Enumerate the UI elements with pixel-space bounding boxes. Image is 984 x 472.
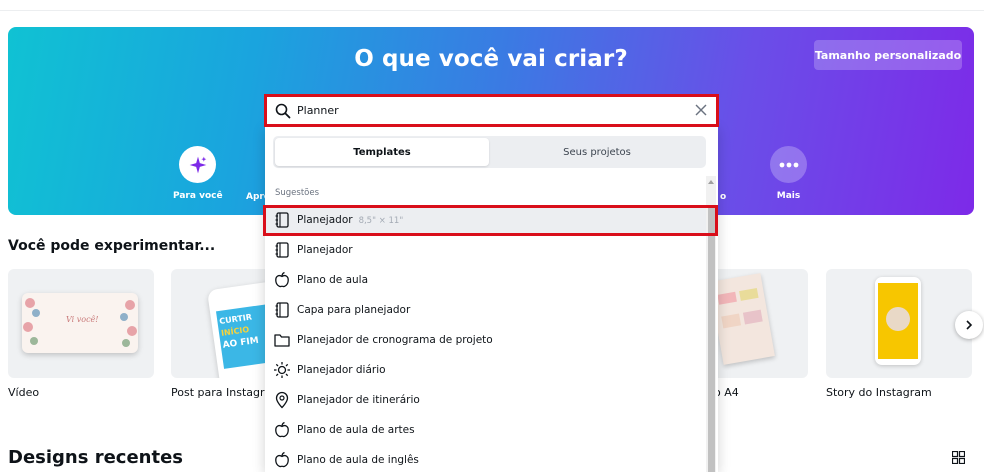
sun-icon <box>274 362 290 378</box>
card-instagram-story-label: Story do Instagram <box>826 386 932 399</box>
notebook-icon <box>275 212 289 228</box>
suggestion-item[interactable]: Plano de aula de inglês <box>265 445 706 472</box>
suggestion-item[interactable]: Planejador de itinerário <box>265 385 706 415</box>
notebook-icon <box>275 302 289 318</box>
card-video[interactable]: Vi você! <box>8 269 154 378</box>
suggestion-item[interactable]: Capa para planejador <box>265 295 706 325</box>
suggestions-heading: Sugestões <box>275 188 320 198</box>
video-thumb-script: Vi você! <box>66 315 99 324</box>
category-more[interactable]: Mais <box>770 146 807 201</box>
suggestion-label: Plano de aula <box>297 274 369 286</box>
tab-templates[interactable]: Templates <box>275 138 489 166</box>
chevron-right-icon <box>966 320 973 330</box>
tab-your-projects[interactable]: Seus projetos <box>490 138 704 166</box>
apple-icon <box>275 271 289 288</box>
suggestion-item[interactable]: Plano de aula de artes <box>265 415 706 445</box>
custom-size-button[interactable]: Tamanho personalizado <box>814 40 962 70</box>
suggestion-label: Planejador de itinerário <box>297 394 420 406</box>
apple-icon <box>275 451 289 468</box>
try-section-title: Você pode experimentar... <box>8 238 216 254</box>
search-scope-tabs: Templates Seus projetos <box>273 136 706 168</box>
suggestion-item[interactable]: Planejador 8,5" × 11" <box>265 205 706 235</box>
more-dots-icon <box>770 146 807 183</box>
suggestion-label: Planejador <box>297 244 353 256</box>
video-thumbnail: Vi você! <box>22 293 138 353</box>
category-for-you[interactable]: Para você <box>173 146 223 201</box>
location-pin-icon <box>275 391 289 409</box>
category-partial-right[interactable]: o <box>720 192 726 202</box>
suggestion-item[interactable]: Plano de aula <box>265 265 706 295</box>
suggestion-label: Capa para planejador <box>297 304 411 316</box>
suggestion-label: Plano de aula de artes <box>297 424 415 436</box>
suggestion-label: Planejador <box>297 214 353 226</box>
a4-thumbnail <box>709 273 775 365</box>
search-dropdown: Templates Seus projetos Sugestões Planej… <box>265 126 718 472</box>
suggestion-item[interactable]: Planejador de cronograma de projeto <box>265 325 706 355</box>
story-phone-mockup <box>875 277 921 365</box>
folder-icon <box>274 334 290 347</box>
carousel-next-button[interactable] <box>955 311 983 339</box>
notebook-icon <box>275 242 289 258</box>
recent-section-title: Designs recentes <box>8 447 184 468</box>
search-input[interactable]: Planner <box>264 94 719 127</box>
suggestion-label: Planejador diário <box>297 364 386 376</box>
category-more-label: Mais <box>776 191 801 201</box>
scroll-up-arrow-icon[interactable] <box>707 178 715 186</box>
grid-view-icon[interactable] <box>952 451 965 464</box>
card-video-label: Vídeo <box>8 386 40 399</box>
sparkle-icon <box>179 146 217 183</box>
card-instagram-story[interactable] <box>826 269 972 378</box>
close-icon[interactable] <box>695 104 707 116</box>
search-icon <box>275 103 291 119</box>
suggestion-size: 8,5" × 11" <box>358 216 404 226</box>
search-input-value: Planner <box>297 104 339 117</box>
apple-icon <box>275 421 289 438</box>
suggestion-item[interactable]: Planejador diário <box>265 355 706 385</box>
suggestion-item[interactable]: Planejador <box>265 235 706 265</box>
top-divider <box>0 10 984 11</box>
category-for-you-label: Para você <box>173 191 223 201</box>
suggestion-label: Plano de aula de inglês <box>297 454 419 466</box>
dropdown-scrollbar-thumb[interactable] <box>708 206 715 472</box>
suggestion-label: Planejador de cronograma de projeto <box>297 334 493 346</box>
card-instagram-post-label: Post para Instagra <box>171 386 272 399</box>
